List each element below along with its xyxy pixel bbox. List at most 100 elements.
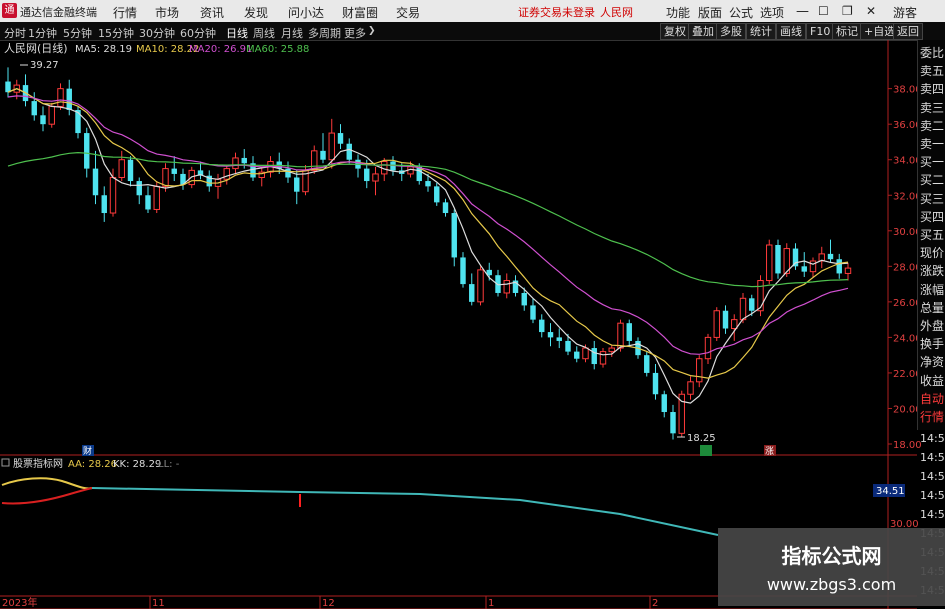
- candle-body[interactable]: [84, 133, 90, 169]
- candle-body[interactable]: [425, 181, 431, 187]
- candle-body[interactable]: [722, 310, 729, 329]
- candle-body[interactable]: [223, 168, 230, 180]
- candle-body[interactable]: [801, 266, 807, 272]
- date-label-12: 12: [322, 598, 335, 609]
- ma60-legend: MA60: 25.88: [246, 44, 309, 55]
- date-label-11: 11: [152, 598, 165, 609]
- candle-body[interactable]: [617, 322, 624, 349]
- indicator-kk: KK: 28.29: [113, 459, 161, 470]
- candle-body[interactable]: [477, 269, 484, 303]
- quote-field-19[interactable]: 自动: [920, 390, 944, 407]
- candle-body[interactable]: [827, 253, 834, 260]
- candle-body[interactable]: [109, 176, 117, 214]
- quote-field-5: 卖一: [920, 137, 945, 151]
- candle-body[interactable]: [451, 213, 457, 258]
- ma5-legend: MA5: 28.19: [75, 44, 132, 55]
- candle-body[interactable]: [171, 168, 177, 174]
- candle-body[interactable]: [153, 185, 160, 210]
- candle-body[interactable]: [582, 347, 589, 360]
- candle-body[interactable]: [687, 381, 694, 395]
- candle-body[interactable]: [294, 177, 300, 192]
- time-cell: 14:50: [920, 508, 945, 521]
- candle-body[interactable]: [31, 101, 37, 116]
- candle-body[interactable]: [739, 297, 747, 321]
- stock-label: 人民网(日线): [4, 41, 68, 55]
- quote-field-8: 买三: [920, 191, 945, 206]
- date-label-2: 2: [652, 598, 658, 609]
- candle-body[interactable]: [565, 340, 571, 352]
- candle-body[interactable]: [48, 105, 55, 125]
- candle-body[interactable]: [556, 337, 562, 341]
- candle-body[interactable]: [792, 248, 799, 267]
- quote-panel: 委比 卖五 卖四 卖三 卖二 卖一 买一 买二 买三 买四 买五 现价 涨跌 涨幅 总量 外盘 换手 净资 收益 自动…: [917, 40, 945, 430]
- candle-body[interactable]: [92, 168, 99, 196]
- candle-body[interactable]: [574, 351, 580, 359]
- candle-body[interactable]: [539, 319, 545, 333]
- candle-body[interactable]: [364, 168, 370, 182]
- candle-body[interactable]: [749, 298, 755, 311]
- quote-field-17: 净资: [920, 355, 945, 370]
- kline-chart[interactable]: 人民网(日线) MA5: 28.19 MA10: 28.22 MA20: 26.…: [0, 0, 945, 609]
- quote-field-3: 卖三: [920, 100, 945, 115]
- candle-body[interactable]: [713, 310, 720, 338]
- ma20-line: [7, 95, 849, 355]
- candle-body[interactable]: [145, 195, 151, 210]
- candle-body[interactable]: [337, 133, 344, 144]
- indicator-collapse-icon[interactable]: [1, 458, 10, 467]
- quote-field-11: 现价: [920, 246, 945, 261]
- candle-body[interactable]: [320, 150, 326, 160]
- candle-body[interactable]: [809, 260, 817, 273]
- candle-body[interactable]: [591, 348, 597, 365]
- candle-body[interactable]: [731, 319, 738, 330]
- candle-body[interactable]: [101, 195, 107, 214]
- candle-body[interactable]: [460, 257, 466, 285]
- candle-body[interactable]: [599, 351, 607, 365]
- candle-body[interactable]: [608, 347, 615, 353]
- candle-body[interactable]: [844, 267, 852, 274]
- candle-body[interactable]: [661, 394, 667, 413]
- candle-body[interactable]: [328, 132, 335, 161]
- indicator-ll: LL: -: [158, 459, 180, 470]
- quote-field-12: 涨跌: [920, 264, 945, 279]
- watermark-banner: 指标公式网 www.zbgs3.com: [718, 528, 945, 606]
- candle-body[interactable]: [232, 157, 239, 170]
- candle-body[interactable]: [346, 143, 352, 160]
- candle-body[interactable]: [241, 157, 247, 164]
- candle-body[interactable]: [775, 245, 781, 274]
- candle-body[interactable]: [469, 284, 475, 302]
- candle-body[interactable]: [40, 115, 46, 125]
- ma10-line: [7, 88, 849, 379]
- candle-body[interactable]: [118, 159, 125, 178]
- candle-body[interactable]: [696, 358, 703, 383]
- candle-body[interactable]: [836, 259, 842, 274]
- candle-body[interactable]: [57, 88, 64, 107]
- candle-body[interactable]: [704, 336, 712, 360]
- candle-body[interactable]: [75, 109, 81, 134]
- candle-body[interactable]: [442, 202, 449, 214]
- candle-body[interactable]: [503, 280, 510, 294]
- time-cell: 14:50: [920, 489, 945, 502]
- quote-field-4: 卖二: [920, 118, 945, 133]
- candle-body[interactable]: [644, 355, 650, 373]
- candle-body[interactable]: [66, 88, 72, 110]
- candle-body[interactable]: [521, 292, 527, 306]
- candle-body[interactable]: [530, 305, 536, 320]
- event-marker-green[interactable]: [700, 445, 712, 456]
- candle-body[interactable]: [670, 412, 676, 434]
- candle-body[interactable]: [5, 81, 11, 93]
- candle-body[interactable]: [136, 181, 142, 196]
- watermark-title: 指标公式网: [781, 544, 882, 568]
- candle-body[interactable]: [434, 186, 440, 203]
- candle-body[interactable]: [372, 173, 379, 182]
- candle-body[interactable]: [766, 244, 773, 282]
- candle-body[interactable]: [127, 159, 134, 182]
- candle-body[interactable]: [547, 332, 554, 338]
- candle-body[interactable]: [285, 168, 291, 178]
- indicator-name[interactable]: 股票指标网: [13, 457, 63, 470]
- candle-body[interactable]: [652, 372, 659, 395]
- candle-body[interactable]: [626, 323, 632, 341]
- candle-body[interactable]: [162, 168, 169, 187]
- indicator-red-line: [1, 487, 93, 505]
- ma5-line: [7, 88, 849, 404]
- quote-field-20[interactable]: 行情: [920, 408, 944, 425]
